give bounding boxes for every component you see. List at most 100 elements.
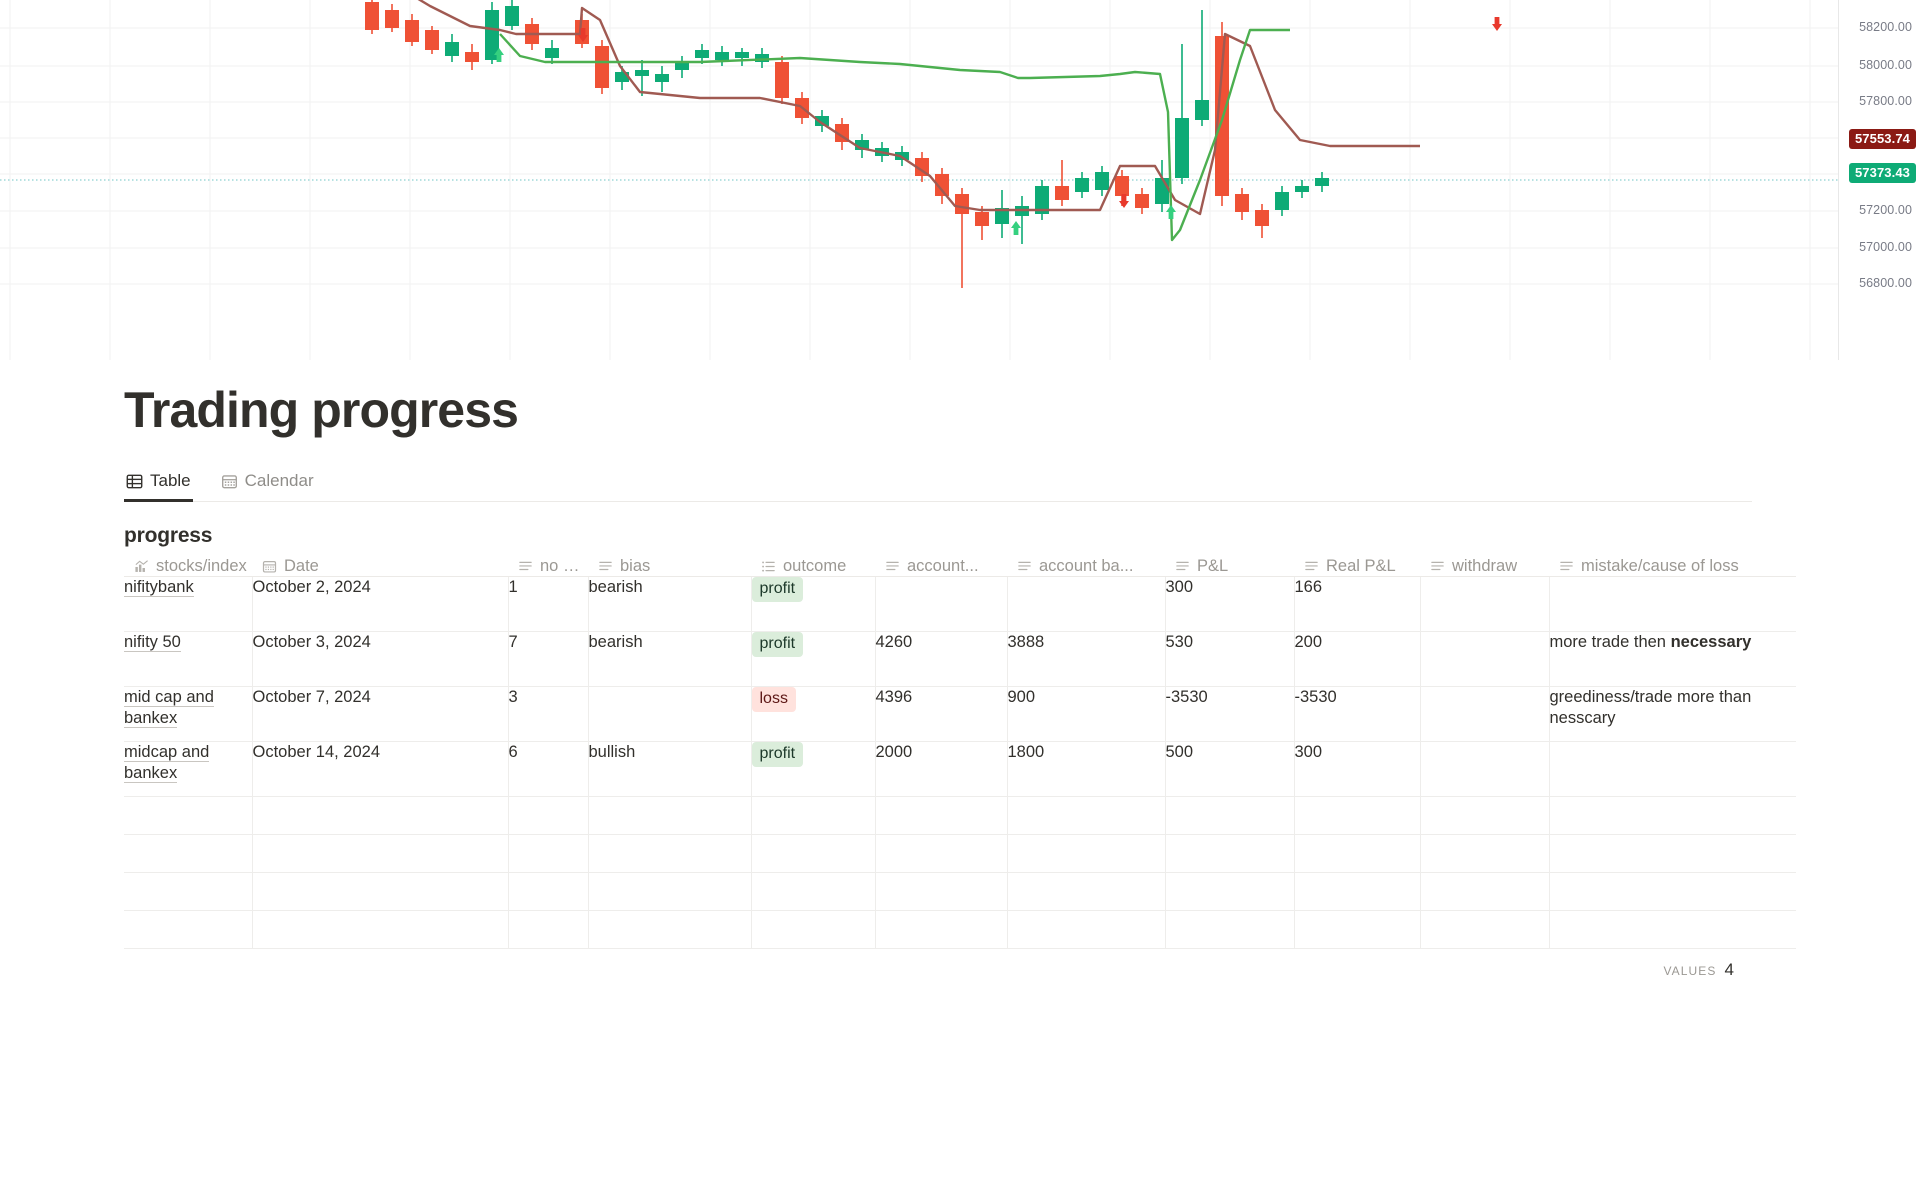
- cell-withdraw[interactable]: [1420, 631, 1550, 687]
- cell-stock[interactable]: nifity 50: [124, 631, 253, 687]
- cell-withdraw[interactable]: [1420, 910, 1550, 949]
- table-row[interactable]: midcap and bankex October 14, 2024 6 bullis…: [124, 741, 1796, 797]
- cell-trades[interactable]: 6: [508, 741, 589, 797]
- cell-outcome[interactable]: profit: [751, 631, 876, 687]
- column-header-stock[interactable]: stocks/index: [124, 556, 252, 577]
- cell-pl[interactable]: 500: [1165, 741, 1295, 797]
- cell-realpl[interactable]: 200: [1294, 631, 1421, 687]
- cell-realpl[interactable]: 166: [1294, 576, 1421, 632]
- cell-withdraw[interactable]: [1420, 872, 1550, 911]
- column-header-trades[interactable]: no of trade: [508, 556, 588, 577]
- cell-acc2[interactable]: [1007, 576, 1166, 632]
- cell-acc1[interactable]: [875, 796, 1008, 835]
- column-header-bias[interactable]: bias: [588, 556, 751, 577]
- table-row-empty[interactable]: [124, 834, 1796, 873]
- cell-stock[interactable]: [124, 796, 253, 835]
- cell-acc2[interactable]: 900: [1007, 686, 1166, 742]
- cell-realpl[interactable]: [1294, 872, 1421, 911]
- cell-date[interactable]: [252, 796, 509, 835]
- cell-date[interactable]: October 14, 2024: [252, 741, 509, 797]
- cell-bias[interactable]: [588, 872, 752, 911]
- cell-acc1[interactable]: [875, 576, 1008, 632]
- cell-outcome[interactable]: loss: [751, 686, 876, 742]
- cell-withdraw[interactable]: [1420, 576, 1550, 632]
- cell-outcome[interactable]: [751, 834, 876, 873]
- cell-acc2[interactable]: [1007, 834, 1166, 873]
- cell-acc1[interactable]: [875, 834, 1008, 873]
- column-header-pl[interactable]: P&L: [1165, 556, 1294, 577]
- cell-outcome[interactable]: [751, 796, 876, 835]
- table-row[interactable]: mid cap and bankex October 7, 2024 3 loss 43…: [124, 686, 1796, 742]
- cell-date[interactable]: October 2, 2024: [252, 576, 509, 632]
- cell-trades[interactable]: [508, 834, 589, 873]
- status-badge[interactable]: profit: [751, 631, 804, 658]
- cell-outcome[interactable]: profit: [751, 741, 876, 797]
- cell-realpl[interactable]: -3530: [1294, 686, 1421, 742]
- cell-bias[interactable]: bearish: [588, 631, 752, 687]
- cell-pl[interactable]: 300: [1165, 576, 1295, 632]
- cell-outcome[interactable]: [751, 910, 876, 949]
- cell-acc1[interactable]: [875, 872, 1008, 911]
- cell-pl[interactable]: [1165, 910, 1295, 949]
- cell-trades[interactable]: 3: [508, 686, 589, 742]
- cell-withdraw[interactable]: [1420, 686, 1550, 742]
- cell-bias[interactable]: bearish: [588, 576, 752, 632]
- cell-stock[interactable]: [124, 872, 253, 911]
- column-header-acc1[interactable]: account...: [875, 556, 1007, 577]
- table-row-empty[interactable]: [124, 910, 1796, 949]
- cell-trades[interactable]: [508, 910, 589, 949]
- cell-bias[interactable]: bullish: [588, 741, 752, 797]
- cell-stock[interactable]: mid cap and bankex: [124, 686, 253, 742]
- cell-acc1[interactable]: [875, 910, 1008, 949]
- tab-calendar[interactable]: Calendar: [219, 462, 316, 501]
- cell-pl[interactable]: 530: [1165, 631, 1295, 687]
- table-row-empty[interactable]: [124, 796, 1796, 835]
- table-row[interactable]: nifitybank October 2, 2024 1 bearish profit 3…: [124, 576, 1796, 632]
- cell-mistake[interactable]: [1549, 910, 1796, 949]
- cell-bias[interactable]: [588, 910, 752, 949]
- cell-stock[interactable]: [124, 834, 253, 873]
- tab-table[interactable]: Table: [124, 462, 193, 502]
- cell-acc2[interactable]: 1800: [1007, 741, 1166, 797]
- column-header-withdraw[interactable]: withdraw: [1420, 556, 1549, 577]
- column-header-realpl[interactable]: Real P&L: [1294, 556, 1420, 577]
- cell-outcome[interactable]: profit: [751, 576, 876, 632]
- cell-date[interactable]: October 7, 2024: [252, 686, 509, 742]
- cell-stock[interactable]: [124, 910, 253, 949]
- stock-link[interactable]: mid cap and bankex: [124, 687, 214, 729]
- cell-stock[interactable]: nifitybank: [124, 576, 253, 632]
- status-badge[interactable]: profit: [751, 576, 804, 603]
- cell-outcome[interactable]: [751, 872, 876, 911]
- cell-realpl[interactable]: [1294, 910, 1421, 949]
- cell-acc1[interactable]: 4396: [875, 686, 1008, 742]
- cell-bias[interactable]: [588, 686, 752, 742]
- column-header-acc2[interactable]: account ba...: [1007, 556, 1165, 577]
- cell-withdraw[interactable]: [1420, 834, 1550, 873]
- cell-trades[interactable]: [508, 872, 589, 911]
- cell-acc2[interactable]: 3888: [1007, 631, 1166, 687]
- cell-pl[interactable]: [1165, 834, 1295, 873]
- stock-link[interactable]: nifity 50: [124, 632, 181, 652]
- cell-withdraw[interactable]: [1420, 796, 1550, 835]
- column-header-outcome[interactable]: outcome: [751, 556, 875, 577]
- table-row[interactable]: nifity 50 October 3, 2024 7 bearish profit 42…: [124, 631, 1796, 687]
- cell-date[interactable]: [252, 872, 509, 911]
- cell-realpl[interactable]: [1294, 796, 1421, 835]
- cell-pl[interactable]: [1165, 872, 1295, 911]
- cell-realpl[interactable]: 300: [1294, 741, 1421, 797]
- cell-mistake[interactable]: greediness/trade more than nesscary: [1549, 686, 1796, 742]
- stock-link[interactable]: nifitybank: [124, 577, 194, 597]
- cell-acc2[interactable]: [1007, 910, 1166, 949]
- status-badge[interactable]: loss: [751, 686, 796, 713]
- cell-acc2[interactable]: [1007, 872, 1166, 911]
- values-count[interactable]: 4: [1725, 960, 1734, 980]
- cell-stock[interactable]: midcap and bankex: [124, 741, 253, 797]
- table-row-empty[interactable]: [124, 872, 1796, 911]
- cell-bias[interactable]: [588, 796, 752, 835]
- current-price-tag[interactable]: 57373.43: [1848, 163, 1916, 183]
- cell-mistake[interactable]: [1549, 834, 1796, 873]
- cell-date[interactable]: October 3, 2024: [252, 631, 509, 687]
- cell-pl[interactable]: [1165, 796, 1295, 835]
- cell-trades[interactable]: [508, 796, 589, 835]
- cell-mistake[interactable]: [1549, 576, 1796, 632]
